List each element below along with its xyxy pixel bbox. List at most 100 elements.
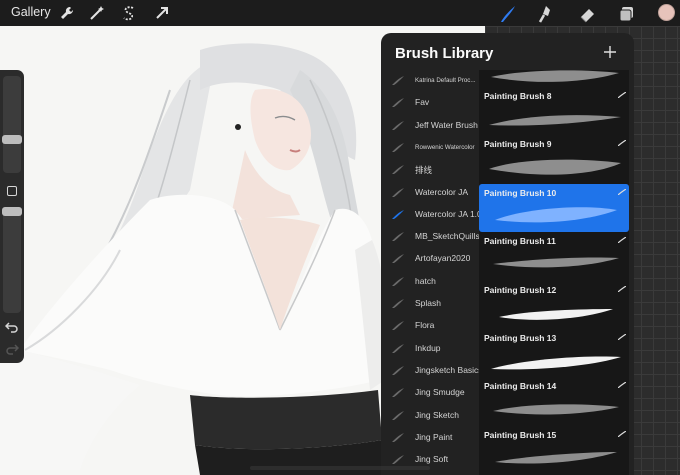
brush-set-label: Watercolor JA 1.0 bbox=[415, 208, 482, 219]
brush-set-icon bbox=[392, 299, 404, 308]
opacity-slider[interactable] bbox=[3, 207, 21, 313]
brush-set-label: Flora bbox=[415, 320, 435, 331]
brush-set-icon bbox=[392, 142, 404, 152]
brush-set-item[interactable]: Flora bbox=[381, 315, 479, 337]
brush-set-item[interactable]: Watercolor JA bbox=[381, 182, 479, 204]
brush-set-icon bbox=[392, 343, 404, 353]
brush-name: Painting Brush 10 bbox=[484, 187, 557, 198]
opacity-thumb[interactable] bbox=[2, 207, 22, 217]
brush-set-icon bbox=[392, 76, 404, 85]
brush-set-label: Jeff Water Brush bbox=[415, 119, 478, 130]
brush-set-label: Jingsketch Basics bbox=[415, 364, 483, 375]
brush-set-icon bbox=[392, 254, 404, 264]
brush-set-item[interactable]: MB_SketchQuills bbox=[381, 226, 480, 248]
brush-set-icon bbox=[392, 209, 404, 219]
left-sidebar bbox=[0, 70, 24, 363]
selection-s-icon[interactable] bbox=[120, 4, 138, 22]
home-indicator bbox=[250, 466, 430, 470]
brush-set-label: Jing Paint bbox=[415, 431, 453, 442]
brush-size-slider[interactable] bbox=[3, 76, 21, 173]
brush-set-item[interactable]: Fav bbox=[381, 92, 479, 114]
smudge-icon[interactable] bbox=[537, 4, 557, 24]
brush-set-item[interactable]: Inkdup bbox=[381, 338, 479, 360]
brush-set-item[interactable]: Splash bbox=[381, 293, 479, 315]
brush-set-icon bbox=[392, 388, 404, 398]
brush-set-item[interactable]: Artofayan2020 bbox=[381, 248, 479, 270]
brush-set-icon bbox=[392, 120, 404, 130]
brush-item[interactable]: Painting Brush 9 bbox=[479, 135, 629, 183]
brush-set-icon bbox=[392, 232, 404, 242]
brush-name: Painting Brush 12 bbox=[484, 284, 557, 295]
brush-set-label: Jing Smudge bbox=[415, 387, 465, 398]
brush-set-item[interactable]: Jingsketch Basics bbox=[381, 360, 483, 382]
brush-set-label: Splash bbox=[415, 298, 441, 308]
brush-item[interactable]: Painting Brush 11 bbox=[479, 232, 629, 280]
brush-stroke-preview bbox=[491, 70, 619, 82]
brush-set-icon bbox=[392, 432, 404, 442]
brush-set-item[interactable]: hatch bbox=[381, 271, 479, 293]
redo-icon[interactable] bbox=[5, 342, 19, 356]
brush-set-label: hatch bbox=[415, 275, 436, 286]
brush-set-icon bbox=[392, 455, 404, 465]
brush-set-label: Fav bbox=[415, 97, 430, 108]
brush-stroke-preview bbox=[493, 257, 619, 268]
gallery-button[interactable]: Gallery bbox=[11, 5, 51, 19]
top-toolbar: Gallery bbox=[0, 0, 680, 26]
brush-item[interactable]: Painting Brush 15 bbox=[479, 426, 629, 474]
layers-icon[interactable] bbox=[617, 4, 637, 24]
brush-set-item[interactable]: Jeff Water Brush bbox=[381, 115, 479, 137]
modify-button[interactable] bbox=[7, 186, 17, 196]
brush-name: Painting Brush 8 bbox=[484, 91, 552, 101]
brush-library-panel: Brush Library Katrina Default Proc... Fav… bbox=[381, 33, 634, 475]
brush-name: Painting Brush 13 bbox=[484, 333, 557, 343]
magic-wand-icon[interactable] bbox=[88, 4, 106, 22]
brush-set-item[interactable]: Jing Smudge bbox=[381, 382, 479, 404]
brush-set-label: Artofayan2020 bbox=[415, 253, 471, 264]
brush-item[interactable]: Painting Brush 14 bbox=[479, 377, 629, 425]
brush-size-thumb[interactable] bbox=[2, 135, 22, 145]
brush-set-label: Rowwenic Watercolor bbox=[415, 143, 475, 151]
brush-stroke-preview bbox=[491, 356, 621, 370]
brush-item[interactable]: Painting Brush 8 bbox=[479, 87, 629, 135]
brush-set-label: Katrina Default Proc... bbox=[415, 77, 476, 84]
brush-set-item[interactable]: 排线 bbox=[381, 159, 479, 181]
brush-item[interactable]: Painting Brush 10 bbox=[479, 183, 629, 232]
brush-set-label: Inkdup bbox=[415, 342, 441, 353]
undo-icon[interactable] bbox=[5, 320, 19, 334]
brush-set-icon bbox=[392, 321, 404, 331]
brush-stroke-preview bbox=[499, 308, 613, 320]
brush-set-label: MB_SketchQuills bbox=[415, 231, 480, 242]
plus-icon[interactable] bbox=[603, 45, 617, 59]
brush-item[interactable]: Painting Brush 13 bbox=[479, 329, 629, 377]
brush-set-icon bbox=[392, 187, 404, 197]
brush-set-item[interactable]: Rowwenic Watercolor bbox=[381, 137, 479, 159]
brush-set-label: Jing Soft bbox=[415, 454, 449, 465]
brush-type-icon bbox=[618, 92, 626, 98]
brush-set-icon bbox=[392, 165, 404, 175]
eraser-icon[interactable] bbox=[577, 4, 597, 24]
brush-set-icon bbox=[392, 276, 404, 286]
brush-type-icon bbox=[618, 334, 626, 340]
brush-set-item[interactable]: Jing Paint bbox=[381, 427, 479, 449]
transform-arrow-icon[interactable] bbox=[153, 4, 171, 22]
brush-set-icon bbox=[392, 365, 404, 375]
brush-item[interactable]: Painting Brush 12 bbox=[479, 281, 629, 329]
brush-set-item[interactable]: Jing Sketch bbox=[381, 405, 479, 427]
brush-icon[interactable] bbox=[498, 4, 518, 24]
brush-name: Painting Brush 9 bbox=[484, 139, 552, 150]
brush-type-icon bbox=[618, 430, 626, 437]
brush-set-item[interactable]: Watercolor JA 1.0 bbox=[381, 204, 482, 226]
brush-type-icon bbox=[618, 188, 626, 195]
brush-type-icon bbox=[618, 382, 626, 389]
brush-type-icon bbox=[618, 237, 626, 244]
brush-name: Painting Brush 15 bbox=[484, 429, 557, 440]
brush-set-item[interactable]: Katrina Default Proc... bbox=[381, 70, 479, 92]
brush-type-icon bbox=[618, 140, 626, 147]
color-swatch[interactable] bbox=[658, 4, 675, 21]
brush-set-icon bbox=[392, 410, 404, 420]
brush-set-list: Katrina Default Proc... Fav Jeff Water Bru… bbox=[381, 70, 483, 475]
brush-set-label: 排线 bbox=[415, 165, 433, 176]
brush-stroke-preview bbox=[489, 160, 621, 176]
brush-stroke-preview bbox=[489, 115, 621, 126]
wrench-icon[interactable] bbox=[58, 4, 76, 22]
